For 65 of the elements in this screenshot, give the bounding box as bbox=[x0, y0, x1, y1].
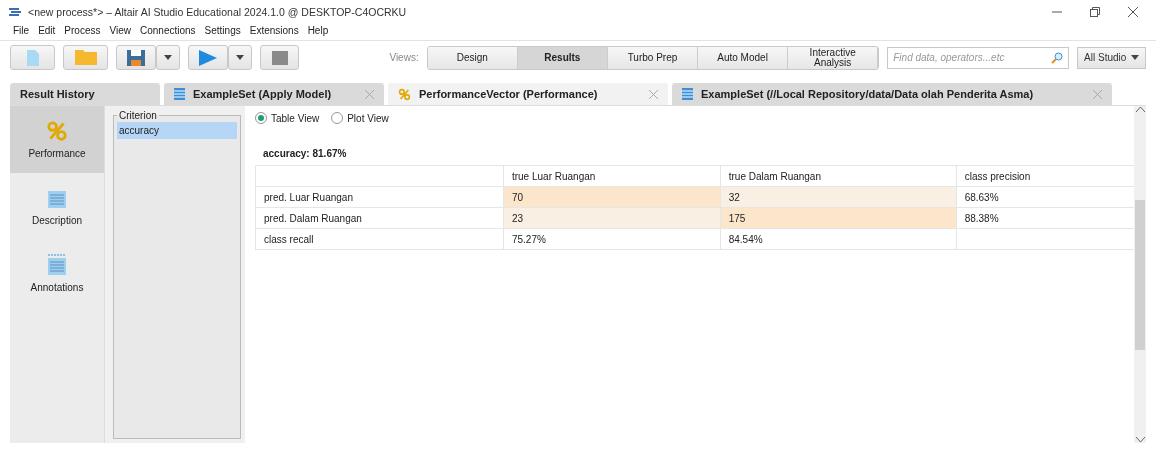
result-tab[interactable]: PerformanceVector (Performance) bbox=[388, 83, 668, 105]
app-logo-icon bbox=[8, 7, 22, 17]
perspective-dropdown[interactable]: All Studio bbox=[1077, 46, 1146, 69]
column-header: true Dalam Ruangan bbox=[720, 165, 957, 187]
caret-icon bbox=[164, 55, 173, 60]
folder-icon bbox=[74, 50, 97, 65]
save-menu-button[interactable] bbox=[156, 45, 181, 70]
view-tab[interactable]: Design bbox=[427, 46, 518, 69]
menu-item[interactable]: Settings bbox=[204, 24, 241, 36]
views-label: Views: bbox=[389, 52, 419, 63]
column-header: class precision bbox=[956, 165, 1135, 187]
view-radio[interactable]: Table View bbox=[255, 112, 320, 124]
run-menu-button[interactable] bbox=[228, 45, 253, 70]
sidebar-item[interactable]: Performance bbox=[10, 106, 104, 173]
accuracy-label: accuracy: 81.67% bbox=[263, 148, 348, 159]
document-icon bbox=[26, 49, 39, 66]
view-radio[interactable]: Plot View bbox=[331, 112, 389, 124]
scrollbar[interactable] bbox=[1134, 106, 1146, 443]
search-field[interactable]: Find data, operators...etc bbox=[887, 46, 1070, 69]
table-cell: 175 bbox=[720, 207, 957, 229]
stop-button[interactable] bbox=[260, 45, 300, 70]
window-title: <new process*> – Altair AI Studio Educational 2024.1.0 @ DESKTOP-C4OCRKU bbox=[28, 6, 408, 18]
search-icon bbox=[1051, 51, 1064, 64]
save-button[interactable] bbox=[116, 45, 157, 70]
menu-item[interactable]: File bbox=[13, 24, 30, 36]
play-icon bbox=[199, 49, 218, 66]
table-icon bbox=[682, 88, 693, 100]
menu-item[interactable]: Help bbox=[307, 24, 329, 36]
table-icon bbox=[174, 88, 185, 100]
view-tab[interactable]: Interactive Analysis bbox=[788, 46, 879, 69]
view-tab[interactable]: Turbo Prep bbox=[607, 46, 698, 69]
row-header: pred. Dalam Ruangan bbox=[255, 207, 504, 229]
result-tab[interactable]: ExampleSet (Apply Model) bbox=[164, 83, 384, 105]
sidebar-item[interactable]: Description bbox=[10, 173, 104, 240]
open-folder-button[interactable] bbox=[63, 45, 109, 70]
notepad-icon bbox=[47, 254, 67, 276]
table-cell: 32 bbox=[720, 186, 957, 208]
caret-icon bbox=[1131, 55, 1140, 60]
sidebar-item[interactable]: Annotations bbox=[10, 240, 104, 307]
stop-icon bbox=[271, 50, 288, 65]
table-cell: 75.27% bbox=[503, 228, 721, 250]
criterion-title: Criterion bbox=[118, 110, 158, 121]
table-cell: 84.54% bbox=[720, 228, 957, 250]
scroll-down-icon[interactable] bbox=[1135, 437, 1145, 443]
menu-item[interactable]: Connections bbox=[140, 24, 196, 36]
restore-icon[interactable] bbox=[1090, 7, 1100, 17]
row-header: pred. Luar Ruangan bbox=[255, 186, 504, 208]
row-header: class recall bbox=[255, 228, 504, 250]
caret-icon bbox=[236, 55, 245, 60]
menu-item[interactable]: View bbox=[109, 24, 131, 36]
view-tab[interactable]: Results bbox=[517, 46, 608, 69]
menu-item[interactable]: Extensions bbox=[249, 24, 299, 36]
view-tab[interactable]: Auto Model bbox=[698, 46, 789, 69]
scroll-up-icon[interactable] bbox=[1135, 106, 1145, 112]
menu-item[interactable]: Process bbox=[64, 24, 101, 36]
close-icon[interactable] bbox=[1128, 7, 1138, 17]
result-tab[interactable]: ExampleSet (//Local Repository/data/Data olah Penderita Asma) bbox=[672, 83, 1112, 105]
percent-icon bbox=[398, 87, 411, 101]
criterion-item[interactable]: accuracy bbox=[117, 122, 237, 139]
table-cell: 70 bbox=[503, 186, 721, 208]
result-tab[interactable]: Result History bbox=[10, 83, 160, 105]
table-cell: 23 bbox=[503, 207, 721, 229]
percent-icon bbox=[46, 120, 68, 142]
menu-item[interactable]: Edit bbox=[38, 24, 56, 36]
column-header: true Luar Ruangan bbox=[503, 165, 721, 187]
